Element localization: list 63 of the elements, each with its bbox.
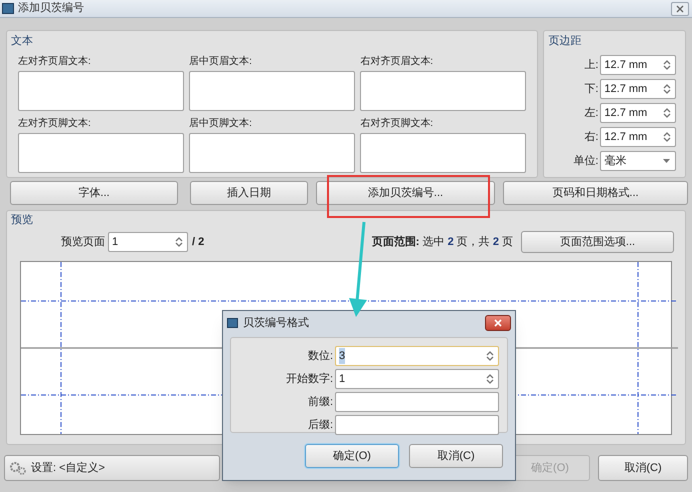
field-label: 上: bbox=[583, 58, 600, 73]
close-icon bbox=[676, 4, 684, 12]
close-icon bbox=[494, 319, 502, 327]
page-range-button[interactable]: 页面范围选项... bbox=[521, 231, 674, 253]
field-label: 右对齐页脚文本: bbox=[360, 117, 434, 131]
field-label: 前缀: bbox=[306, 394, 334, 410]
text-area[interactable] bbox=[18, 71, 184, 111]
text-area[interactable] bbox=[189, 133, 356, 173]
field-label: 数位: bbox=[306, 348, 334, 364]
margin-spinbox[interactable]: 12.7 mm bbox=[600, 79, 676, 99]
field-label: 左对齐页脚文本: bbox=[18, 117, 92, 131]
field-label: 左对齐页眉文本: bbox=[18, 55, 92, 69]
field-label: 居中页眉文本: bbox=[189, 55, 253, 69]
dialog-button[interactable]: 确定(O) bbox=[305, 444, 399, 468]
group-title: 预览 bbox=[11, 212, 33, 228]
field-label: 单位: bbox=[572, 154, 600, 169]
page-total: / 2 bbox=[192, 234, 204, 250]
field-label: 右: bbox=[583, 130, 600, 145]
input-field[interactable] bbox=[335, 415, 499, 435]
spinner-icon[interactable] bbox=[663, 83, 672, 95]
text-area[interactable] bbox=[189, 71, 356, 111]
input-field[interactable] bbox=[335, 392, 499, 412]
spinner-icon[interactable] bbox=[663, 107, 672, 119]
spinner-icon[interactable] bbox=[175, 236, 183, 248]
text-area[interactable] bbox=[360, 133, 526, 173]
caret-icon[interactable] bbox=[663, 159, 670, 163]
spinner-icon[interactable] bbox=[663, 131, 672, 143]
field-label: 预览页面 bbox=[61, 234, 105, 250]
dialog-title: 贝茨编号格式 bbox=[243, 316, 309, 331]
gear-icon bbox=[9, 461, 27, 475]
close-button[interactable] bbox=[671, 2, 689, 16]
field-label: 左: bbox=[583, 106, 600, 121]
spinner-icon[interactable] bbox=[486, 373, 494, 385]
field-label: 后缀: bbox=[306, 418, 334, 433]
field-label: 开始数字: bbox=[284, 372, 334, 387]
text-area[interactable] bbox=[18, 133, 184, 173]
number-spinbox[interactable]: 3 bbox=[335, 346, 499, 366]
group-title: 文本 bbox=[11, 34, 33, 49]
window-title: 添加贝茨编号 bbox=[18, 1, 84, 16]
number-spinbox[interactable]: 1 bbox=[335, 369, 499, 389]
spinner-icon[interactable] bbox=[663, 59, 672, 71]
field-label: 右对齐页眉文本: bbox=[360, 55, 434, 69]
field-label: 下: bbox=[583, 82, 600, 97]
unit-dropdown[interactable]: 毫米 bbox=[600, 151, 676, 171]
text-area[interactable] bbox=[360, 71, 526, 111]
action-button[interactable]: 页码和日期格式... bbox=[503, 181, 688, 205]
margin-spinbox[interactable]: 12.7 mm bbox=[600, 103, 676, 123]
group-title: 页边距 bbox=[548, 34, 582, 49]
margin-spinbox[interactable]: 12.7 mm bbox=[600, 55, 676, 75]
window-icon bbox=[2, 3, 14, 14]
action-button[interactable]: 插入日期 bbox=[190, 181, 308, 205]
field-label: 居中页脚文本: bbox=[189, 117, 253, 131]
dialog-button[interactable]: 取消(C) bbox=[598, 455, 688, 481]
window-icon bbox=[227, 318, 238, 328]
action-button[interactable]: 字体... bbox=[10, 181, 178, 205]
dialog-button[interactable]: 取消(C) bbox=[409, 444, 503, 468]
action-button[interactable]: 添加贝茨编号... bbox=[316, 181, 495, 205]
spinner-icon[interactable] bbox=[486, 350, 494, 362]
page-spinbox[interactable]: 1 bbox=[108, 232, 188, 252]
margin-spinbox[interactable]: 12.7 mm bbox=[600, 127, 676, 147]
close-button[interactable] bbox=[485, 315, 511, 331]
settings-button[interactable]: 设置: <自定义> bbox=[4, 455, 220, 481]
page-range-text: 页面范围: 选中 2 页，共 2 页 bbox=[370, 234, 513, 250]
